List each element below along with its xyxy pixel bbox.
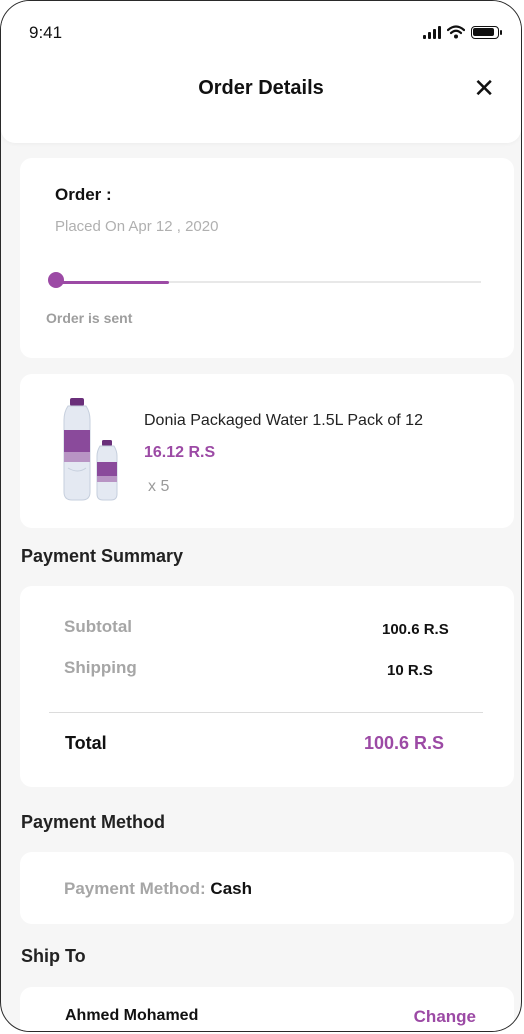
summary-divider bbox=[49, 712, 483, 713]
payment-method-label: Payment Method: bbox=[64, 879, 206, 898]
signal-icon bbox=[423, 25, 441, 39]
subtotal-label: Subtotal bbox=[64, 617, 132, 636]
total-label: Total bbox=[65, 733, 107, 753]
header: 9:41 Order Details ✕ bbox=[1, 1, 521, 143]
payment-method-value: Cash bbox=[210, 879, 252, 898]
product-name: Donia Packaged Water 1.5L Pack of 12 bbox=[144, 412, 423, 429]
order-placed-date: Placed On Apr 12 , 2020 bbox=[55, 218, 219, 235]
order-label: Order : bbox=[55, 185, 112, 204]
payment-summary-card: Subtotal 100.6 R.S Shipping 10 R.S Total… bbox=[20, 586, 514, 787]
recipient-name: Ahmed Mohamed bbox=[65, 1007, 199, 1024]
ship-to-heading: Ship To bbox=[21, 946, 86, 966]
close-icon[interactable]: ✕ bbox=[473, 73, 495, 103]
shipping-label: Shipping bbox=[64, 658, 137, 677]
payment-method-card[interactable]: Payment Method: Cash bbox=[20, 852, 514, 924]
water-bottle-image bbox=[63, 398, 118, 501]
status-time: 9:41 bbox=[29, 23, 63, 42]
shipping-value: 10 R.S bbox=[387, 662, 433, 679]
wifi-icon bbox=[447, 25, 465, 39]
product-price: 16.12 R.S bbox=[144, 444, 216, 461]
product-quantity: x 5 bbox=[148, 478, 170, 495]
order-status-card: Order : Placed On Apr 12 , 2020 Order is… bbox=[20, 158, 514, 358]
payment-method-heading: Payment Method bbox=[21, 812, 166, 832]
order-progress-fill bbox=[54, 281, 170, 284]
order-progress-dot bbox=[48, 272, 64, 288]
order-status-text: Order is sent bbox=[46, 310, 133, 326]
ship-to-card: Ahmed Mohamed Change bbox=[20, 987, 514, 1031]
change-address-button[interactable]: Change bbox=[414, 1007, 476, 1027]
payment-method-line: Payment Method: Cash bbox=[64, 879, 252, 899]
subtotal-value: 100.6 R.S bbox=[382, 621, 449, 638]
battery-icon bbox=[471, 25, 502, 39]
phone-frame: 9:41 Order Details ✕ Order : Placed On A… bbox=[0, 0, 522, 1032]
status-icons bbox=[423, 25, 502, 39]
payment-summary-heading: Payment Summary bbox=[21, 546, 184, 566]
product-card[interactable]: Donia Packaged Water 1.5L Pack of 12 16.… bbox=[20, 374, 514, 528]
total-value: 100.6 R.S bbox=[364, 733, 445, 753]
order-progress-track bbox=[54, 281, 481, 284]
page-title: Order Details bbox=[198, 77, 324, 99]
